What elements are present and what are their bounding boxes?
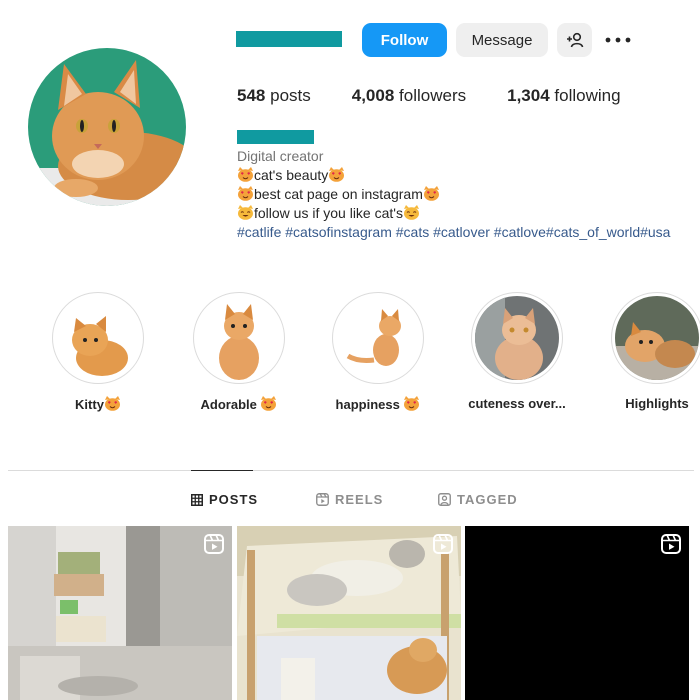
post-thumbnail[interactable] (465, 526, 689, 700)
cat-heart-eyes-icon (261, 396, 277, 411)
highlight-highlights[interactable]: Highlights (611, 292, 700, 411)
highlight-cover (336, 296, 420, 380)
cat-heart-eyes-icon (238, 186, 253, 201)
cat-heart-eyes-icon (104, 396, 120, 411)
reels-icon (316, 493, 329, 506)
highlight-happiness[interactable]: happiness (332, 292, 424, 412)
tab-posts-label: POSTS (209, 492, 259, 507)
reel-icon (204, 534, 224, 554)
message-button[interactable]: Message (456, 23, 548, 57)
bio-line-1: cat's beauty (237, 166, 670, 185)
posts-stat: 548 posts (237, 86, 311, 106)
bio-line-3-text: follow us if you like cat's (254, 205, 403, 221)
highlight-kitty[interactable]: Kitty (52, 292, 144, 412)
tabs-divider (8, 470, 694, 471)
cat-heart-eyes-icon (404, 396, 420, 411)
highlight-ring (52, 292, 144, 384)
bio-category: Digital creator (237, 148, 324, 164)
posts-label: posts (270, 86, 311, 105)
reel-icon (433, 534, 453, 554)
tab-reels-label: REELS (335, 492, 384, 507)
highlight-cover (475, 296, 559, 380)
tab-reels[interactable]: REELS (316, 492, 383, 507)
highlight-label: Highlights (625, 396, 689, 411)
highlight-label: Kitty (32, 396, 164, 412)
highlight-cuteness-over[interactable]: cuteness over... (468, 292, 566, 411)
bio-hashtags[interactable]: #catlife #catsofinstagram #cats #catlove… (237, 223, 670, 242)
tab-tagged[interactable]: TAGGED (438, 492, 518, 507)
cat-heart-eyes-icon (423, 186, 439, 201)
display-name-redacted (237, 130, 314, 144)
followers-count: 4,008 (351, 86, 395, 105)
username-redacted (236, 31, 342, 47)
profile-stats: 548 posts 4,008 followers 1,304 followin… (237, 86, 662, 106)
add-user-icon (566, 32, 583, 48)
more-options-icon[interactable] (604, 30, 632, 50)
cat-heart-eyes-icon (329, 167, 345, 182)
bio-line-2: best cat page on instagram (237, 185, 670, 204)
highlight-label: happiness (312, 396, 444, 412)
tagged-icon (438, 493, 451, 506)
following-stat[interactable]: 1,304 following (507, 86, 620, 106)
highlight-ring (611, 292, 700, 384)
highlight-ring (332, 292, 424, 384)
following-label: following (554, 86, 621, 105)
profile-bio: Digital creator cat's beauty best cat pa… (237, 147, 670, 242)
grid-icon (191, 493, 203, 506)
highlight-label: cuteness over... (468, 396, 566, 411)
active-tab-indicator (191, 470, 253, 471)
highlight-cover (197, 296, 281, 380)
cat-smiling-icon (403, 205, 419, 220)
followers-stat[interactable]: 4,008 followers (352, 86, 466, 106)
profile-avatar[interactable] (28, 48, 186, 206)
cat-heart-eyes-icon (238, 167, 253, 182)
following-count: 1,304 (507, 86, 550, 105)
highlight-cover (615, 296, 699, 380)
post-thumbnail[interactable] (8, 526, 232, 700)
follow-button[interactable]: Follow (362, 23, 447, 57)
cat-smiling-icon (238, 205, 253, 220)
highlight-ring (193, 292, 285, 384)
tab-tagged-label: TAGGED (457, 492, 518, 507)
highlight-label: Adorable (173, 396, 305, 412)
tab-posts[interactable]: POSTS (191, 492, 258, 507)
highlight-cover (56, 296, 140, 380)
highlight-ring (471, 292, 563, 384)
bio-line-1-text: cat's beauty (254, 167, 329, 183)
followers-label: followers (399, 86, 467, 105)
suggest-user-button[interactable] (557, 23, 592, 57)
bio-line-3: follow us if you like cat's (237, 204, 670, 223)
post-thumbnail[interactable] (237, 526, 461, 700)
reel-icon (661, 534, 681, 554)
highlight-adorable[interactable]: Adorable (193, 292, 285, 412)
bio-line-2-text: best cat page on instagram (254, 186, 423, 202)
posts-count: 548 (237, 86, 266, 105)
